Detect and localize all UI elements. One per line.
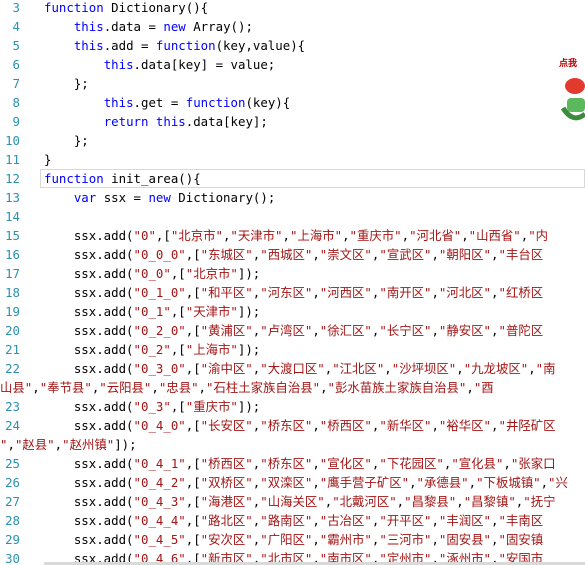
code-line: 27 ssx.add("0_4_3",["海港区","山海关区","北戴河区",… xyxy=(0,492,585,511)
code-line: 25 ssx.add("0_4_1",["桥西区","桥东区","宣化区","下… xyxy=(0,454,585,473)
code-line: 19 ssx.add("0_1",["天津市"]); xyxy=(0,302,585,321)
line-number: 13 xyxy=(5,190,20,205)
code-line: 26 ssx.add("0_4_2",["双桥区","双滦区","鹰手营子矿区"… xyxy=(0,473,585,492)
code-line-text: var ssx = new Dictionary(); xyxy=(73,190,276,205)
code-line: 山县","奉节县","云阳县","忠县","石柱土家族自治县","彭水苗族土家族… xyxy=(0,378,585,397)
code-line: 15 ssx.add("0",["北京市","天津市","上海市","重庆市",… xyxy=(0,226,585,245)
line-number: 3 xyxy=(12,0,20,15)
code-line-text: this.add = function(key,value){ xyxy=(73,38,306,53)
code-line-text: 山县","奉节县","云阳县","忠县","石柱土家族自治县","彭水苗族土家族… xyxy=(0,380,494,395)
code-line: 18 ssx.add("0_1_0",["和平区","河东区","河西区","南… xyxy=(0,283,585,302)
code-line: 5 this.add = function(key,value){ xyxy=(0,36,585,55)
line-number: 11 xyxy=(5,152,20,167)
line-number: 19 xyxy=(5,304,20,319)
code-line-text: ssx.add("0_4_4",["路北区","路南区","古冶区","开平区"… xyxy=(44,513,544,528)
code-line-text: ssx.add("0_4_3",["海港区","山海关区","北戴河区","昌黎… xyxy=(44,494,556,509)
code-line-text: ssx.add("0_4_5",["安次区","广阳区","霸州市","三河市"… xyxy=(44,532,544,547)
code-line: 21 ssx.add("0_2",["上海市"]); xyxy=(0,340,585,359)
line-number: 29 xyxy=(5,532,20,547)
line-number: 5 xyxy=(12,38,20,53)
code-line-text: }; xyxy=(44,133,89,148)
code-line: 24 ssx.add("0_4_0",["长安区","桥东区","桥西区","新… xyxy=(0,416,585,435)
line-number: 24 xyxy=(5,418,20,433)
code-line-text: ssx.add("0_4_1",["桥西区","桥东区","宣化区","下花园区… xyxy=(44,456,556,471)
line-number: 30 xyxy=(5,551,20,565)
code-line-text: this.data[key] = value; xyxy=(103,57,276,72)
line-number: 28 xyxy=(5,513,20,528)
line-number: 9 xyxy=(12,114,20,129)
line-number: 20 xyxy=(5,323,20,338)
line-number: 8 xyxy=(12,95,20,110)
code-line: 11} xyxy=(0,150,585,169)
code-line: 14 xyxy=(0,207,585,226)
code-line: 9 return this.data[key]; xyxy=(0,112,585,131)
code-line: 28 ssx.add("0_4_4",["路北区","路南区","古冶区","开… xyxy=(0,511,585,530)
code-line-text: function Dictionary(){ xyxy=(44,0,209,15)
line-number: 17 xyxy=(5,266,20,281)
code-line: 23 ssx.add("0_3",["重庆市"]); xyxy=(0,397,585,416)
code-line: 20 ssx.add("0_2_0",["黄浦区","卢湾区","徐汇区","长… xyxy=(0,321,585,340)
code-line: 10 }; xyxy=(0,131,585,150)
line-number: 6 xyxy=(12,57,20,72)
line-number: 22 xyxy=(5,361,20,376)
code-line: 17 ssx.add("0_0",["北京市"]); xyxy=(0,264,585,283)
line-number: 18 xyxy=(5,285,20,300)
code-line-text: ssx.add("0_0_0",["东城区","西城区","崇文区","宣武区"… xyxy=(44,247,544,262)
code-line-text: ssx.add("0_4_0",["长安区","桥东区","桥西区","新华区"… xyxy=(44,418,556,433)
widget-icon xyxy=(560,78,585,121)
code-line: ","赵县","赵州镇"]); xyxy=(0,435,585,454)
code-line: 6 this.data[key] = value; xyxy=(0,55,585,74)
line-number: 14 xyxy=(5,209,20,224)
line-number: 12 xyxy=(5,171,20,186)
floating-widget[interactable]: 点我 xyxy=(559,56,585,146)
code-line-text: ssx.add("0",["北京市","天津市","上海市","重庆市","河北… xyxy=(44,228,549,243)
code-line-text: ssx.add("0_3",["重庆市"]); xyxy=(44,399,261,414)
code-line-text: ","赵县","赵州镇"]); xyxy=(0,437,137,452)
code-editor[interactable]: 3 function Dictionary(){ 4 this.data = new… xyxy=(0,0,585,565)
line-number: 16 xyxy=(5,247,20,262)
code-line: 22 ssx.add("0_3_0",["渝中区","大渡口区","江北区","… xyxy=(0,359,585,378)
code-line: 29 ssx.add("0_4_5",["安次区","广阳区","霸州市","三… xyxy=(0,530,585,549)
code-line: 7 }; xyxy=(0,74,585,93)
code-line-text: } xyxy=(44,152,52,167)
code-line: 8 this.get = function(key){ xyxy=(0,93,585,112)
line-number: 21 xyxy=(5,342,20,357)
line-number: 15 xyxy=(5,228,20,243)
line-number: 4 xyxy=(12,19,20,34)
line-number: 10 xyxy=(5,133,20,148)
current-line-highlight xyxy=(40,169,585,188)
code-line-text: ssx.add("0_4_2",["双桥区","双滦区","鹰手营子矿区","承… xyxy=(44,475,568,490)
line-number: 27 xyxy=(5,494,20,509)
line-number: 26 xyxy=(5,475,20,490)
code-line-text: ssx.add("0_1_0",["和平区","河东区","河西区","南开区"… xyxy=(44,285,544,300)
code-line-text: ssx.add("0_0",["北京市"]); xyxy=(44,266,261,281)
code-line-text: return this.data[key]; xyxy=(103,114,268,129)
code-line-text: }; xyxy=(44,76,89,91)
code-line: 16 ssx.add("0_0_0",["东城区","西城区","崇文区","宣… xyxy=(0,245,585,264)
line-number: 23 xyxy=(5,399,20,414)
code-line: 4 this.data = new Array(); xyxy=(0,17,585,36)
code-line-text: this.get = function(key){ xyxy=(103,95,291,110)
code-line-text: ssx.add("0_2",["上海市"]); xyxy=(44,342,261,357)
code-line: 3 function Dictionary(){ xyxy=(0,0,585,17)
code-line-text: ssx.add("0_2_0",["黄浦区","卢湾区","徐汇区","长宁区"… xyxy=(44,323,544,338)
code-line: 13 var ssx = new Dictionary(); xyxy=(0,188,585,207)
code-line-text: ssx.add("0_1",["天津市"]); xyxy=(44,304,261,319)
line-number: 25 xyxy=(5,456,20,471)
code-line-text: ssx.add("0_3_0",["渝中区","大渡口区","江北区","沙坪坝… xyxy=(44,361,556,376)
line-number: 7 xyxy=(12,76,20,91)
code-line-text: this.data = new Array(); xyxy=(73,19,253,34)
